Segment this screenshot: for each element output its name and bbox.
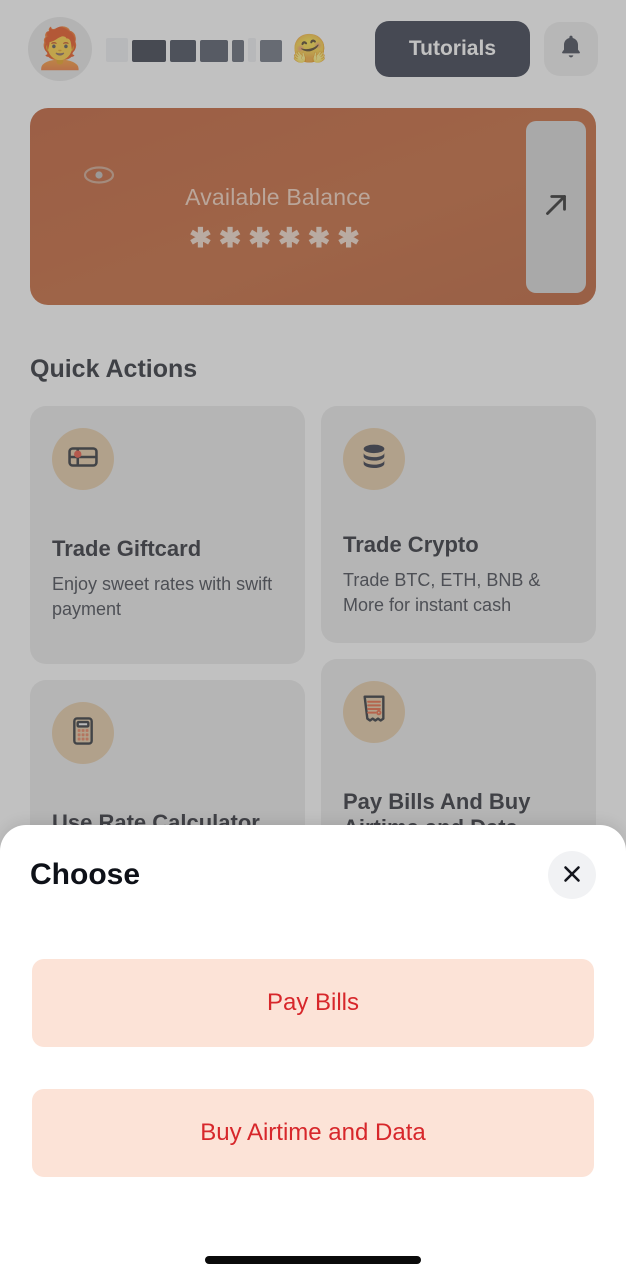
close-sheet-button[interactable] (548, 851, 596, 899)
tutorials-button[interactable]: Tutorials (374, 21, 530, 77)
quick-action-trade-giftcard[interactable]: Trade Giftcard Enjoy sweet rates with sw… (30, 406, 305, 664)
giftcard-icon (66, 440, 100, 479)
balance-label: Available Balance (185, 184, 371, 210)
balance-amount-masked: ✱✱✱✱✱✱ (189, 223, 367, 253)
quick-actions-grid: Trade Giftcard Enjoy sweet rates with sw… (30, 406, 596, 868)
bottom-sheet-options: Pay Bills Buy Airtime and Data (0, 959, 626, 1177)
giftcard-icon-wrapper (52, 428, 114, 490)
receipt-icon (358, 693, 390, 730)
notifications-button[interactable] (544, 22, 598, 76)
phone-screen: 🧑‍🦰 🤗 Tutorials (0, 0, 626, 1280)
calculator-icon (67, 715, 99, 752)
quick-action-subtitle: Trade BTC, ETH, BNB & More for instant c… (343, 570, 541, 615)
close-icon (560, 862, 584, 889)
option-buy-airtime-and-data[interactable]: Buy Airtime and Data (32, 1089, 594, 1177)
quick-action-subtitle: Enjoy sweet rates with swift payment (52, 574, 273, 619)
greeting-emoji-icon: 🤗 (292, 33, 327, 64)
balance-text-block: Available Balance ✱✱✱✱✱✱ (30, 184, 526, 254)
balance-expand-button[interactable] (526, 121, 586, 293)
option-pay-bills[interactable]: Pay Bills (32, 959, 594, 1047)
receipt-icon-wrapper (343, 680, 405, 743)
quick-actions-title: Quick Actions (30, 355, 198, 383)
avatar-icon: 🧑‍🦰 (35, 27, 85, 71)
choose-bottom-sheet: Choose Pay Bills Buy Airtime and Data (0, 825, 626, 1280)
bell-icon (557, 33, 585, 66)
avatar[interactable]: 🧑‍🦰 (28, 17, 92, 81)
bottom-sheet-header: Choose (0, 825, 626, 899)
quick-action-trade-crypto[interactable]: Trade Crypto Trade BTC, ETH, BNB & More … (321, 406, 596, 643)
home-indicator (205, 1256, 421, 1264)
arrow-up-right-icon (539, 188, 573, 227)
quick-action-title: Trade Giftcard (52, 536, 202, 561)
coins-stack-icon-wrapper (343, 428, 405, 490)
greeting-block: 🤗 (106, 35, 361, 63)
bottom-sheet-title: Choose (30, 858, 141, 891)
coins-stack-icon (357, 440, 391, 479)
available-balance-card: Available Balance ✱✱✱✱✱✱ (30, 108, 596, 305)
quick-action-title: Trade Crypto (343, 532, 479, 557)
greeting-text-redacted (106, 36, 282, 62)
app-header: 🧑‍🦰 🤗 Tutorials (0, 0, 626, 98)
calculator-icon-wrapper (52, 702, 114, 764)
